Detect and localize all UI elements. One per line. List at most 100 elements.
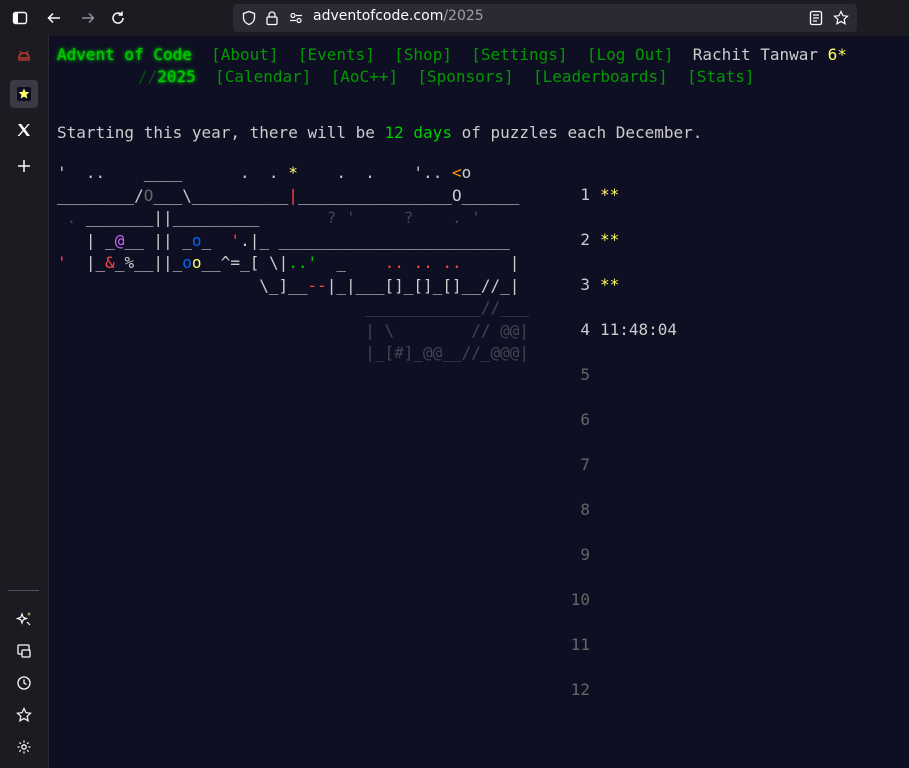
calendar-day-2[interactable]: 2 **	[550, 229, 619, 252]
art-segment: _	[201, 230, 231, 250]
url-path: /2025	[443, 8, 484, 24]
art-segment: \_]__	[57, 275, 308, 295]
calendar-day-3[interactable]: 3 **	[550, 274, 619, 297]
art-line[interactable]: ' .. ____ . . * . . '.. <o	[57, 162, 529, 185]
site-title[interactable]: Advent of Code	[57, 45, 192, 64]
url-bar[interactable]: adventofcode.com/2025	[233, 4, 857, 32]
art-segment: '	[57, 253, 67, 272]
day-number: 9	[580, 545, 590, 564]
day-number: 6	[580, 410, 590, 429]
event-nav-link-leaderboards[interactable]: [Leaderboards]	[533, 67, 668, 86]
browser-toolbar: adventofcode.com/2025	[0, 0, 909, 36]
tab-app-icon[interactable]	[10, 42, 38, 70]
art-segment: .. .. ..	[384, 253, 462, 272]
art-segment: *	[288, 163, 298, 182]
art-segment: o	[182, 253, 192, 272]
art-segment: o	[461, 163, 472, 182]
day-number: 3	[580, 275, 590, 294]
day-number: 4	[580, 320, 590, 339]
reload-icon[interactable]	[104, 4, 132, 32]
art-segment: |_[#]_@@__//_@@@|	[57, 343, 530, 362]
intro-highlight: 12 days	[384, 123, 452, 142]
url-host: adventofcode.com	[313, 8, 444, 24]
art-line[interactable]: \_]__--|_|___[]_[]_[]__//_|	[57, 275, 529, 298]
history-icon[interactable]	[10, 669, 38, 697]
art-line[interactable]: ____________//___	[57, 297, 529, 320]
browser-sidebar	[0, 36, 49, 768]
art-segment: | \ // @@|	[57, 320, 530, 340]
x-twitter-icon[interactable]	[10, 116, 38, 144]
reader-view-icon[interactable]	[808, 10, 824, 30]
art-segment: ? ' ? . '	[259, 208, 481, 227]
bookmarks-icon[interactable]	[10, 701, 38, 729]
art-segment: o	[191, 230, 202, 250]
art-segment: |	[288, 185, 298, 205]
day-countdown: 11:48:04	[600, 320, 678, 339]
user-name: Rachit Tanwar	[692, 45, 819, 64]
art-segment: '	[230, 230, 241, 250]
art-segment: <	[451, 163, 462, 182]
sidebar-toggle-icon[interactable]	[6, 4, 34, 32]
art-segment: | _	[57, 230, 115, 250]
shield-icon[interactable]	[241, 10, 257, 30]
art-line[interactable]: ________/O___\__________|_______________…	[57, 185, 529, 208]
site-permissions-icon[interactable]	[288, 10, 304, 30]
event-nav-link-calendar[interactable]: [Calendar]	[215, 67, 311, 86]
art-segment: __^=_[ \|	[201, 253, 289, 272]
synced-tabs-icon[interactable]	[10, 637, 38, 665]
year-title[interactable]: 2025	[157, 67, 196, 86]
day-number: 1	[580, 185, 590, 204]
art-line[interactable]: |_[#]_@@__//_@@@|	[57, 342, 529, 365]
advent-of-code-tab-icon[interactable]	[10, 80, 38, 108]
nav-link-settings[interactable]: [Settings]	[471, 45, 567, 64]
event-nav-link-aoc[interactable]: [AoC++]	[331, 67, 398, 86]
nav-link-about[interactable]: [About]	[211, 45, 278, 64]
art-segment: __ || _	[124, 230, 192, 250]
art-segment: ________/	[57, 185, 144, 205]
art-segment: ______	[461, 185, 520, 205]
calendar-day-5: 5	[550, 364, 590, 387]
art-line[interactable]: ' |_&_%__||_oo__^=_[ \|..' _ .. .. .. |	[57, 252, 529, 275]
url-text[interactable]: adventofcode.com/2025	[313, 8, 484, 24]
bookmark-star-icon[interactable]	[833, 10, 849, 30]
nav-link-shop[interactable]: [Shop]	[394, 45, 452, 64]
art-segment: . . '..	[297, 163, 452, 182]
calendar-day-6: 6	[550, 409, 590, 432]
art-segment: o	[191, 253, 202, 272]
add-tab-icon[interactable]	[10, 152, 38, 180]
intro-after: of puzzles each December.	[451, 123, 703, 142]
day-number: 5	[580, 365, 590, 384]
calendar-day-1[interactable]: 1 **	[550, 184, 619, 207]
art-segment: ____________//___	[57, 298, 530, 317]
aoc-page: Advent of Code [About] [Events] [Shop] […	[50, 36, 909, 768]
art-segment: ___\__________	[153, 185, 289, 205]
ai-chatbot-icon[interactable]	[10, 605, 38, 633]
day-number: 8	[580, 500, 590, 519]
art-segment: O	[451, 185, 462, 205]
intro-before: Starting this year, there will be	[57, 123, 385, 142]
art-line[interactable]: | \ // @@|	[57, 320, 529, 343]
lock-icon[interactable]	[264, 10, 280, 30]
sidebar-divider	[8, 590, 39, 591]
art-line[interactable]: . _______||_________ ? ' ? . '	[57, 207, 529, 230]
day-number: 12	[570, 680, 590, 699]
art-segment: |_|___[]_[]_[]__//_|	[326, 275, 520, 295]
day-number: 11	[570, 635, 590, 654]
day-number: 2	[580, 230, 590, 249]
art-segment: O	[143, 185, 154, 205]
back-icon[interactable]	[40, 4, 68, 32]
user-star-count: 6*	[827, 45, 847, 64]
nav-link-log-out[interactable]: [Log Out]	[587, 45, 674, 64]
art-line[interactable]: | _@__ || _o_ '.|_ _____________________…	[57, 230, 529, 253]
calendar-day-4[interactable]: 4 11:48:04	[550, 319, 677, 342]
event-nav-link-sponsors[interactable]: [Sponsors]	[417, 67, 513, 86]
art-segment: ..'	[288, 253, 318, 272]
forward-icon[interactable]	[74, 4, 102, 32]
settings-gear-icon[interactable]	[10, 733, 38, 761]
nav-link-events[interactable]: [Events]	[298, 45, 375, 64]
art-segment: |_	[66, 253, 106, 272]
day-number: 7	[580, 455, 590, 474]
event-nav-link-stats[interactable]: [Stats]	[687, 67, 754, 86]
day-number: 10	[570, 590, 590, 609]
art-segment: --	[307, 275, 327, 295]
